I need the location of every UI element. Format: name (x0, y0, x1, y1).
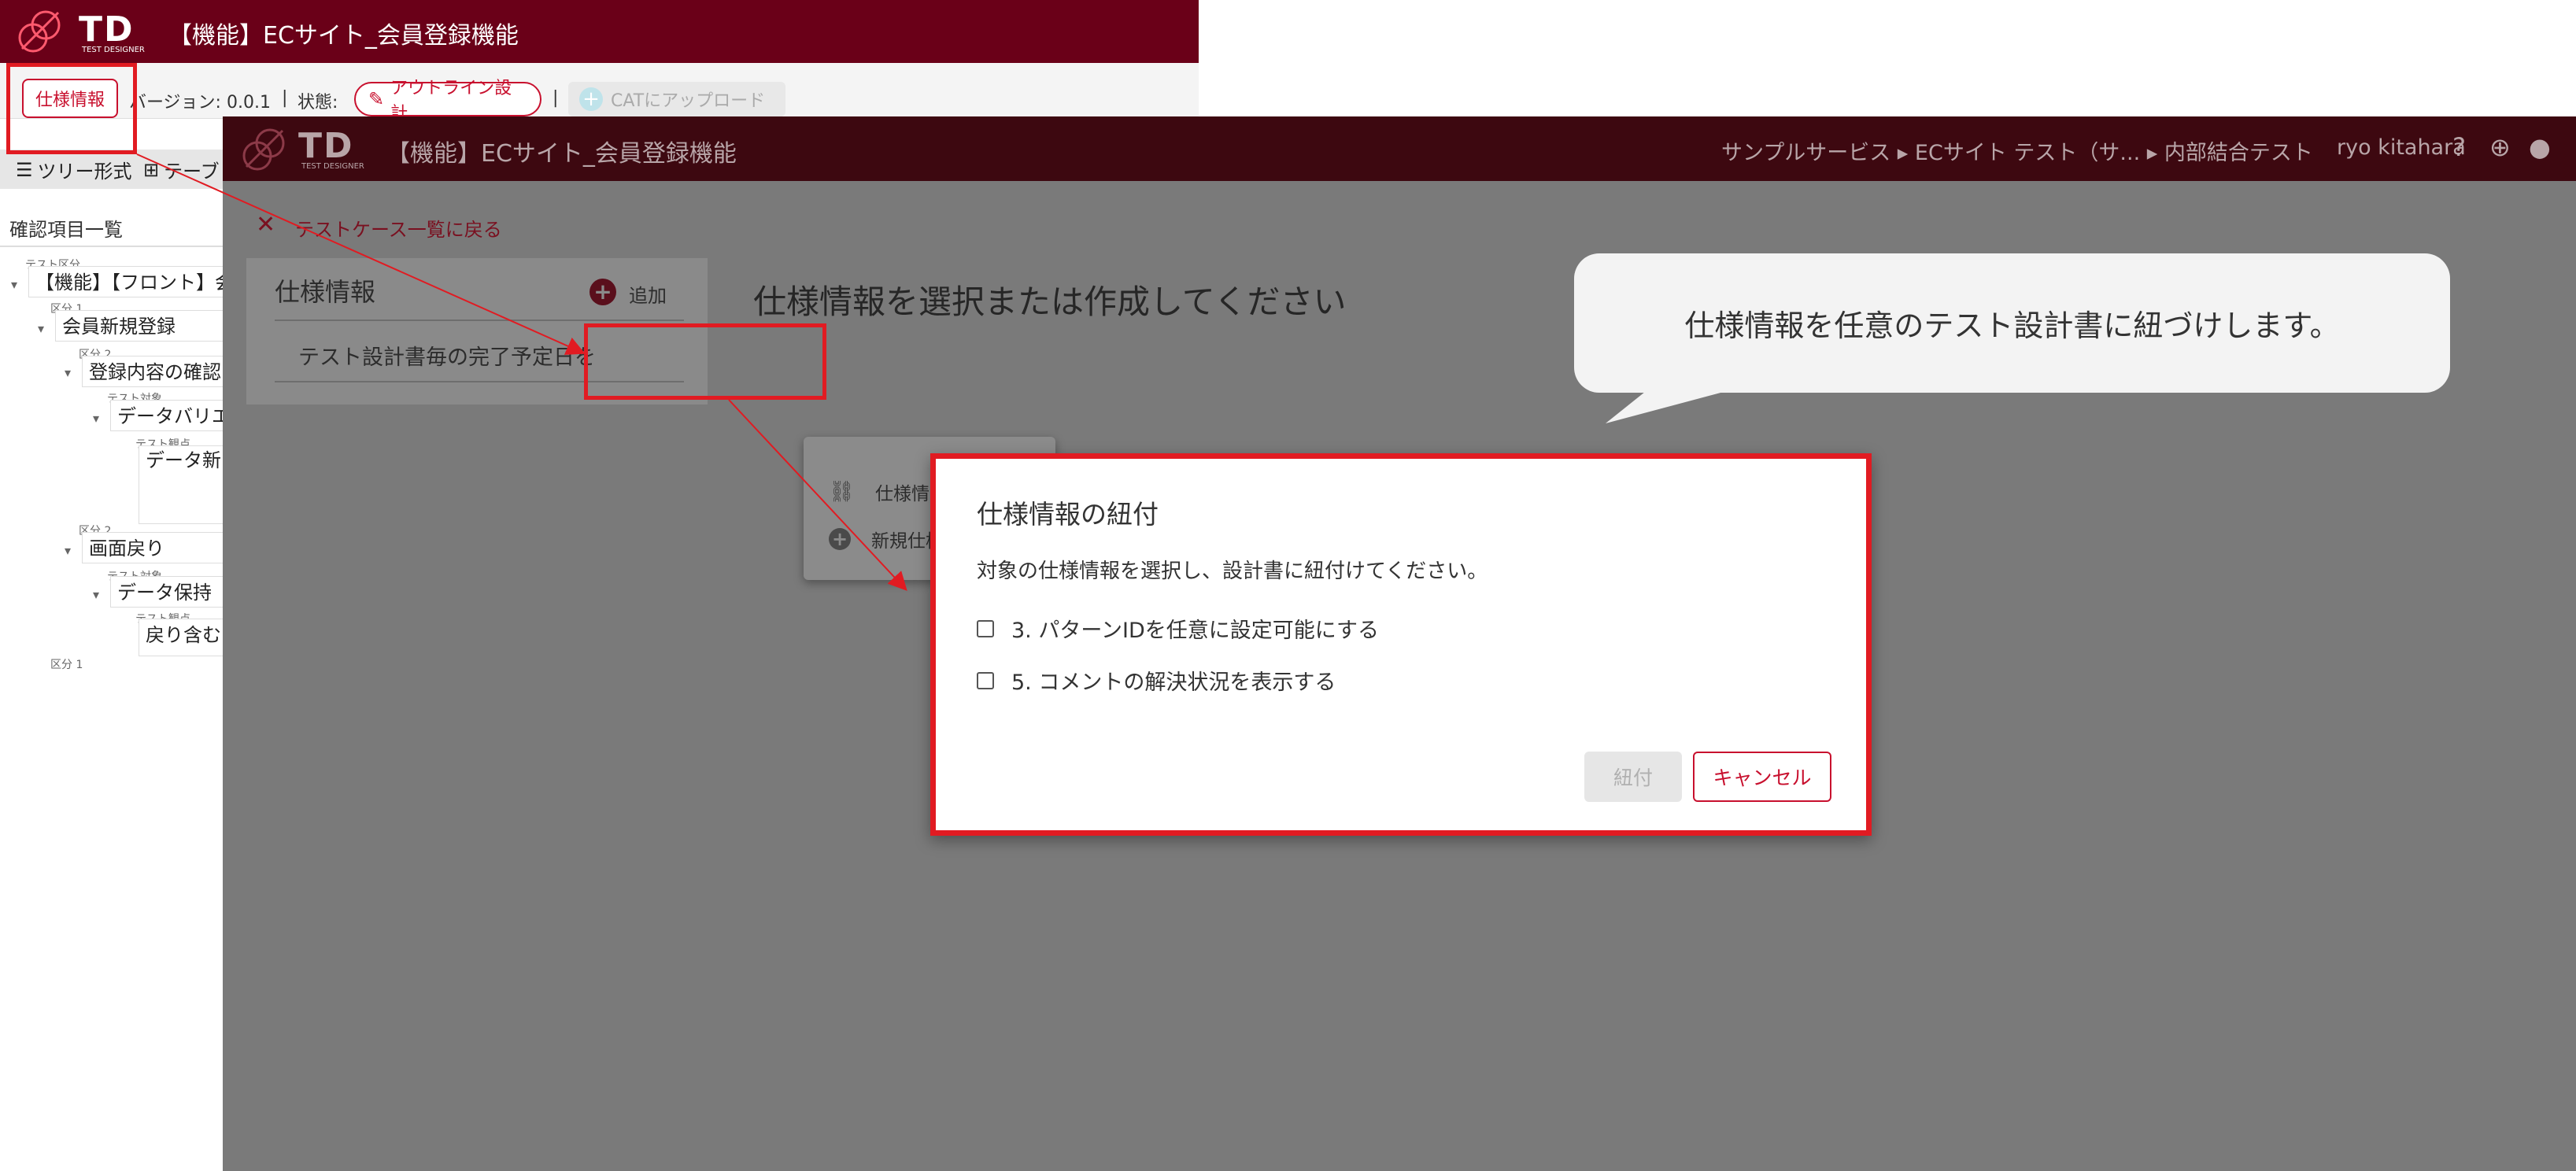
arrow (136, 153, 586, 355)
arrow (728, 399, 907, 591)
annotation-arrows (136, 153, 907, 591)
